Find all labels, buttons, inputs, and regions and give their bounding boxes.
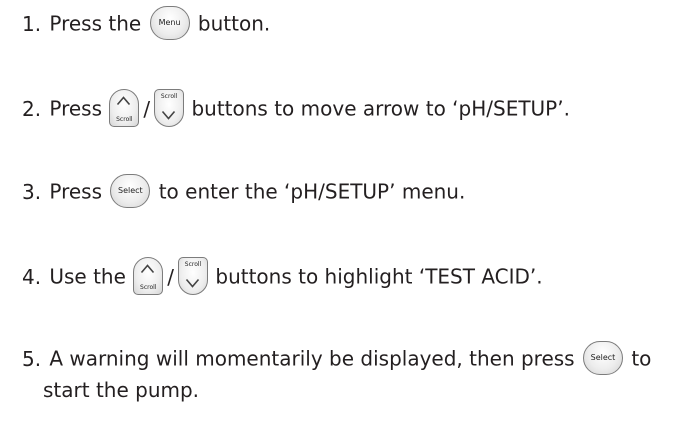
step-4: 4. Use the Scroll / Scroll buttons to hi… — [22, 257, 543, 297]
step-text: A warning will momentarily be displayed,… — [49, 346, 575, 371]
step-text-continued: start the pump. — [43, 378, 200, 402]
step-1: 1. Press the Menu button. — [22, 6, 271, 42]
scroll-label: Scroll — [116, 116, 133, 123]
slash-separator: / — [143, 96, 151, 121]
chevron-up-icon — [117, 96, 131, 106]
select-button-icon: Select — [582, 341, 623, 375]
scroll-label: Scroll — [160, 93, 178, 100]
scroll-label: Scroll — [184, 261, 202, 268]
step-number: 4. — [22, 264, 42, 289]
scroll-up-button-icon: Scroll — [133, 257, 164, 295]
scroll-down-button-icon: Scroll — [154, 89, 185, 127]
step-number: 3. — [22, 179, 42, 204]
select-button-icon: Select — [110, 174, 151, 208]
scroll-up-button-icon: Scroll — [109, 89, 140, 127]
step-text: to — [631, 346, 652, 371]
step-number: 5. — [22, 346, 42, 371]
scroll-label: Scroll — [140, 284, 157, 291]
slash-separator: / — [167, 264, 175, 289]
step-number: 1. — [22, 11, 42, 36]
step-5: 5. A warning will momentarily be display… — [22, 341, 652, 403]
step-3: 3. Press Select to enter the ‘pH/SETUP’ … — [22, 174, 466, 210]
scroll-down-button-icon: Scroll — [178, 257, 209, 295]
step-text: buttons to move arrow to ‘pH/SETUP’. — [191, 96, 570, 121]
step-text: Use the — [49, 264, 126, 289]
step-text: buttons to highlight ‘TEST ACID’. — [215, 264, 543, 289]
step-text: to enter the ‘pH/SETUP’ menu. — [158, 179, 466, 204]
chevron-down-icon — [162, 110, 176, 120]
menu-button-icon: Menu — [149, 6, 190, 40]
step-text: Press — [49, 96, 102, 121]
chevron-up-icon — [141, 264, 155, 274]
step-number: 2. — [22, 96, 42, 121]
step-text: Press — [49, 179, 102, 204]
step-text: Press the — [49, 11, 142, 36]
step-text: button. — [197, 11, 271, 36]
step-2: 2. Press Scroll / Scroll buttons to move… — [22, 89, 570, 129]
chevron-down-icon — [185, 278, 200, 288]
